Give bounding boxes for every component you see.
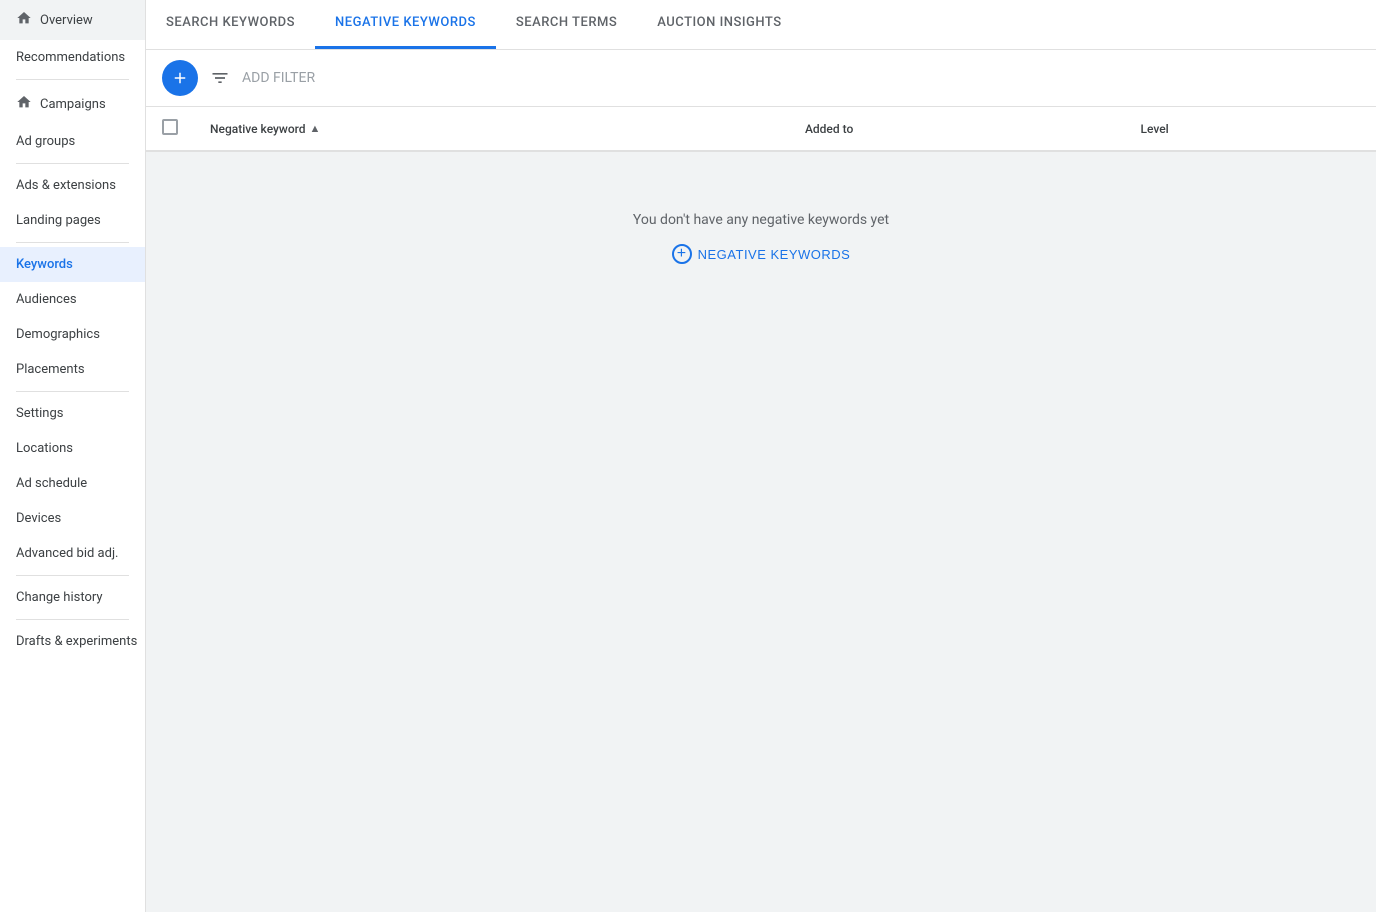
sidebar-divider bbox=[16, 163, 129, 164]
sidebar-divider bbox=[16, 619, 129, 620]
added-to-header[interactable]: Added to bbox=[789, 107, 1125, 151]
select-all-header[interactable] bbox=[146, 107, 194, 151]
sidebar-divider bbox=[16, 79, 129, 80]
filter-icon[interactable] bbox=[210, 68, 230, 88]
negative-keyword-header[interactable]: Negative keyword ▲ bbox=[194, 107, 789, 151]
sidebar-item-audiences[interactable]: Audiences bbox=[0, 282, 145, 317]
toolbar: ADD FILTER bbox=[146, 50, 1376, 107]
sidebar-item-label: Audiences bbox=[16, 292, 77, 307]
sidebar-item-label: Demographics bbox=[16, 327, 100, 342]
sidebar-item-label: Overview bbox=[40, 13, 93, 28]
sidebar-item-ads-extensions[interactable]: Ads & extensions bbox=[0, 168, 145, 203]
sidebar-divider bbox=[16, 391, 129, 392]
sidebar-item-label: Keywords bbox=[16, 257, 73, 272]
empty-state: You don't have any negative keywords yet… bbox=[146, 152, 1376, 324]
sidebar-item-label: Ads & extensions bbox=[16, 178, 116, 193]
plus-circle-icon: + bbox=[672, 244, 692, 264]
sidebar-item-keywords[interactable]: Keywords bbox=[0, 247, 145, 282]
sidebar-divider bbox=[16, 242, 129, 243]
sidebar-item-advanced-bid-adj[interactable]: Advanced bid adj. bbox=[0, 536, 145, 571]
sidebar-item-label: Ad groups bbox=[16, 134, 75, 149]
empty-state-message: You don't have any negative keywords yet bbox=[633, 212, 889, 228]
sidebar-item-demographics[interactable]: Demographics bbox=[0, 317, 145, 352]
empty-state-button-label: NEGATIVE KEYWORDS bbox=[698, 247, 851, 262]
table-header-row: Negative keyword ▲ Added to Level bbox=[146, 107, 1376, 151]
sidebar-item-label: Drafts & experiments bbox=[16, 634, 137, 649]
sidebar-item-campaigns[interactable]: Campaigns bbox=[0, 84, 145, 124]
tab-auction-insights[interactable]: AUCTION INSIGHTS bbox=[637, 0, 801, 49]
add-filter-label[interactable]: ADD FILTER bbox=[242, 70, 315, 86]
sidebar-item-label: Advanced bid adj. bbox=[16, 546, 118, 561]
sidebar-item-change-history[interactable]: Change history bbox=[0, 580, 145, 615]
sidebar-item-overview[interactable]: Overview bbox=[0, 0, 145, 40]
sidebar-item-label: Landing pages bbox=[16, 213, 101, 228]
tabs-bar: SEARCH KEYWORDSNEGATIVE KEYWORDSSEARCH T… bbox=[146, 0, 1376, 50]
tab-search-terms[interactable]: SEARCH TERMS bbox=[496, 0, 637, 49]
sidebar-item-ad-schedule[interactable]: Ad schedule bbox=[0, 466, 145, 501]
level-header[interactable]: Level bbox=[1124, 107, 1376, 151]
sidebar-item-label: Locations bbox=[16, 441, 73, 456]
sidebar-item-locations[interactable]: Locations bbox=[0, 431, 145, 466]
sidebar-item-recommendations[interactable]: Recommendations bbox=[0, 40, 145, 75]
sidebar-item-ad-groups[interactable]: Ad groups bbox=[0, 124, 145, 159]
sidebar-item-label: Recommendations bbox=[16, 50, 125, 65]
sidebar-item-placements[interactable]: Placements bbox=[0, 352, 145, 387]
home-icon bbox=[16, 94, 32, 114]
sidebar-divider bbox=[16, 575, 129, 576]
sidebar-item-label: Placements bbox=[16, 362, 85, 377]
sidebar: Overview Recommendations Campaigns Ad group… bbox=[0, 0, 146, 912]
sidebar-item-label: Devices bbox=[16, 511, 61, 526]
sidebar-item-label: Settings bbox=[16, 406, 63, 421]
sidebar-item-label: Campaigns bbox=[40, 97, 106, 112]
select-all-checkbox[interactable] bbox=[162, 119, 178, 135]
tab-negative-keywords[interactable]: NEGATIVE KEYWORDS bbox=[315, 0, 496, 49]
sidebar-item-label: Ad schedule bbox=[16, 476, 87, 491]
add-button[interactable] bbox=[162, 60, 198, 96]
home-icon bbox=[16, 10, 32, 30]
sidebar-item-devices[interactable]: Devices bbox=[0, 501, 145, 536]
sidebar-item-landing-pages[interactable]: Landing pages bbox=[0, 203, 145, 238]
main-content: SEARCH KEYWORDSNEGATIVE KEYWORDSSEARCH T… bbox=[146, 0, 1376, 912]
add-negative-keywords-button[interactable]: + NEGATIVE KEYWORDS bbox=[672, 244, 851, 264]
plus-icon bbox=[171, 69, 189, 87]
tab-search-keywords[interactable]: SEARCH KEYWORDS bbox=[146, 0, 315, 49]
negative-keywords-table: Negative keyword ▲ Added to Level bbox=[146, 107, 1376, 152]
sidebar-item-label: Change history bbox=[16, 590, 103, 605]
sidebar-item-drafts-experiments[interactable]: Drafts & experiments bbox=[0, 624, 145, 659]
sort-arrow-icon: ▲ bbox=[310, 122, 321, 135]
sidebar-item-settings[interactable]: Settings bbox=[0, 396, 145, 431]
table-container: Negative keyword ▲ Added to Level You do… bbox=[146, 107, 1376, 912]
